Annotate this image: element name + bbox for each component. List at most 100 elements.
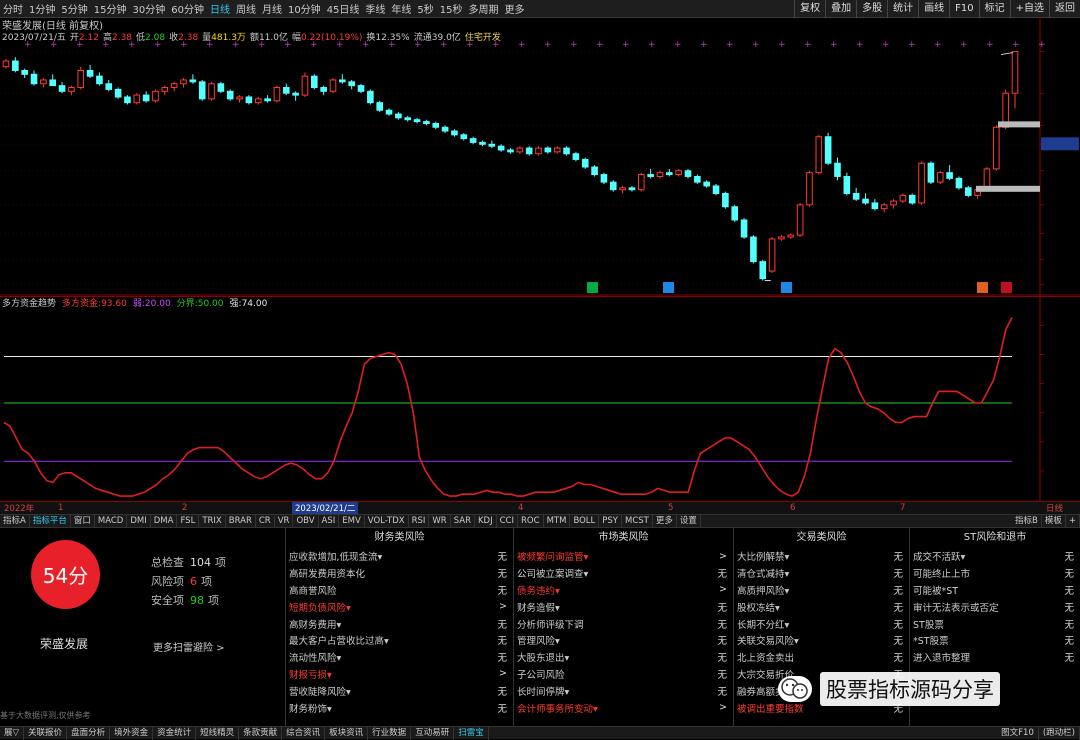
period-tab[interactable]: 1分钟 [26,1,58,16]
candle-body[interactable] [740,219,748,238]
candle-body[interactable] [282,87,290,94]
candle-body[interactable] [198,81,206,100]
candle-body[interactable] [563,147,570,155]
candle-body[interactable] [666,172,673,176]
indicator-tab[interactable]: KDJ [475,514,497,528]
candle-body[interactable] [880,204,888,210]
indicator-tab[interactable]: BOLL [570,514,600,528]
risk-item[interactable]: 股权冻结▾ 无 [734,598,909,615]
candle-body[interactable] [852,192,860,200]
candle-body[interactable] [862,198,869,204]
candle-body[interactable] [581,158,589,168]
risk-item[interactable]: 财报亏损▾ > [286,666,513,683]
event-badge[interactable] [587,282,598,293]
candle-body[interactable] [544,147,552,153]
risk-item[interactable]: ST股票 无 [910,615,1080,632]
risk-item[interactable]: 可能终止上市 无 [910,565,1080,582]
candle-body[interactable] [796,204,804,236]
risk-item[interactable]: 大股东退出▾ 无 [514,649,733,666]
candle-body[interactable] [170,83,178,89]
candle-body[interactable] [208,83,215,100]
candle-body[interactable] [114,88,122,98]
candle-body[interactable] [357,85,365,92]
period-tab[interactable]: 15分钟 [91,1,130,16]
candle-body[interactable] [768,238,776,272]
indicator-tab[interactable]: 设置 [677,514,701,528]
candle-body[interactable] [413,119,421,123]
bottom-tab[interactable]: 展▽ [0,726,25,740]
candle-body[interactable] [376,102,384,111]
candle-body[interactable] [787,234,795,238]
risk-item[interactable]: 流动性风险▾ 无 [286,649,513,666]
candle-body[interactable] [824,136,832,164]
candle-body[interactable] [264,98,271,102]
candle-body[interactable] [806,172,813,206]
indicator-tab[interactable]: ROC [518,514,544,528]
candle-body[interactable] [12,60,19,71]
period-tab[interactable]: 分时 [0,1,26,16]
event-badge[interactable] [663,282,674,293]
indicator-tab[interactable]: 窗口 [71,514,95,528]
tool-button[interactable]: 标记 [978,0,1010,18]
tool-button[interactable]: 统计 [887,0,918,18]
risk-item[interactable]: 大比例解禁▾ 无 [734,548,909,565]
period-tab[interactable]: 周线 [233,1,259,16]
candle-body[interactable] [432,122,440,128]
event-badge[interactable] [977,282,988,293]
risk-item[interactable]: 会计师事务所变动▾ > [514,699,733,716]
risk-item[interactable]: 应收款增加,低现金流▾ 无 [286,548,513,565]
candle-body[interactable] [180,79,187,85]
candle-body[interactable] [955,177,963,189]
bottom-tab-right[interactable]: 图文F10 [997,726,1039,740]
period-tab[interactable]: 5分钟 [58,1,90,16]
risk-item[interactable]: 高质押风险▾ 无 [734,582,909,599]
bottom-tab-right[interactable]: (跑动栏) [1039,726,1080,740]
candle-body[interactable] [936,172,944,183]
tool-button[interactable]: F10 [949,0,978,18]
bottom-tab[interactable]: 综合资讯 [282,726,326,740]
risk-item[interactable]: 营收陡降风险▾ 无 [286,682,513,699]
candle-body[interactable] [815,136,823,174]
tool-button[interactable]: 画线 [918,0,949,18]
candle-body[interactable] [993,126,1000,170]
candle-body[interactable] [497,145,505,151]
candle-body[interactable] [30,73,38,85]
candle-body[interactable] [96,75,103,85]
candle-body[interactable] [656,172,664,177]
candle-body[interactable] [703,181,710,187]
risk-item[interactable]: 财务粉饰▾ 无 [286,699,513,716]
candle-body[interactable] [591,166,598,176]
candle-body[interactable] [460,134,468,140]
period-tab[interactable]: 更多 [502,1,528,16]
tool-button[interactable]: +自选 [1009,0,1049,18]
risk-item[interactable]: 财务造假▾ 无 [514,598,733,615]
indicator-tab[interactable]: DMI [127,514,151,528]
indicator-tab[interactable]: 更多 [653,514,677,528]
candle-body[interactable] [834,162,841,177]
candle-body[interactable] [124,96,131,104]
tool-button[interactable]: 复权 [794,0,825,18]
bottom-tab[interactable]: 资金统计 [153,726,197,740]
indicator-tab-right[interactable]: 指标B [1012,514,1042,528]
indicator-chart[interactable] [0,296,1080,501]
tool-button[interactable]: 多股 [856,0,887,18]
risk-item[interactable]: 清仓式减持▾ 无 [734,565,909,582]
candle-body[interactable] [535,147,542,155]
candle-body[interactable] [339,79,346,83]
candle-body[interactable] [301,75,309,96]
risk-item[interactable]: 最大客户占营收比过高▾ 无 [286,632,513,649]
candle-body[interactable] [890,200,897,206]
indicator-tab-right[interactable]: 模板 [1042,514,1066,528]
candle-body[interactable] [694,175,701,183]
risk-item[interactable]: *ST股票 无 [910,632,1080,649]
event-badge[interactable] [1001,282,1012,293]
indicator-tab[interactable]: VOL-TDX [365,514,409,528]
indicator-tab[interactable]: CR [256,514,275,528]
candle-body[interactable] [684,170,692,177]
indicator-tab[interactable]: WR [429,514,451,528]
candle-body[interactable] [105,83,113,90]
candle-body[interactable] [637,174,645,191]
period-tab[interactable]: 10分钟 [285,1,324,16]
candle-body[interactable] [731,206,739,221]
candle-body[interactable] [329,79,337,92]
